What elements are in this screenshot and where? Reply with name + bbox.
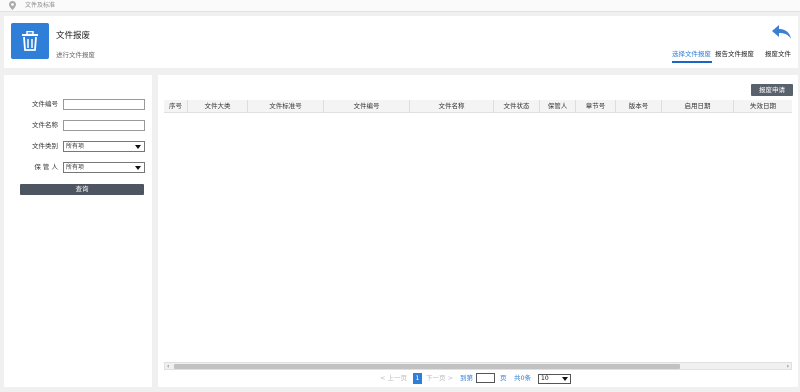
column-header[interactable]: 序号 <box>164 100 188 113</box>
column-header[interactable]: 启用日期 <box>662 100 734 113</box>
page-title: 文件报废 <box>56 31 91 41</box>
tab-report-scrap[interactable]: 报告文件报废 <box>715 49 754 59</box>
table-panel: 报废申请 序号 文件大类 文件标准号 文件编号 文件名称 文件状态 保管人 章节… <box>158 75 798 387</box>
total-count: 共0条 <box>514 374 532 382</box>
file-category-value: 所有项 <box>66 143 85 150</box>
page-size-value: 10 <box>541 375 549 382</box>
file-category-label: 文件类别 <box>32 142 58 150</box>
breadcrumb-bar: 文件及标准 <box>0 0 800 12</box>
column-header[interactable]: 文件大类 <box>188 100 248 113</box>
file-no-label: 文件编号 <box>32 100 58 108</box>
file-category-row: 文件类别 所有项 <box>4 140 152 153</box>
query-button[interactable]: 查询 <box>20 184 144 195</box>
tab-scrapped-files[interactable]: 报废文件 <box>765 49 791 59</box>
table-header: 序号 文件大类 文件标准号 文件编号 文件名称 文件状态 保管人 章节号 版本号… <box>164 100 792 113</box>
column-header[interactable]: 保管人 <box>540 100 576 113</box>
page-size-select[interactable]: 10 <box>538 374 571 384</box>
page-unit-label: 页 <box>500 374 507 382</box>
scrap-apply-button[interactable]: 报废申请 <box>751 84 793 96</box>
scroll-right-icon[interactable]: › <box>787 364 789 370</box>
custodian-select[interactable]: 所有项 <box>63 162 145 173</box>
prev-page-link[interactable]: < 上一页 <box>380 373 407 384</box>
column-header[interactable]: 文件状态 <box>494 100 540 113</box>
scrollbar-thumb[interactable] <box>174 364 680 369</box>
horizontal-scrollbar[interactable]: ‹ › <box>164 362 792 370</box>
file-name-label: 文件名称 <box>32 121 58 129</box>
pagination: < 上一页 1 下一页 > 到第 页 共0条 10 <box>158 372 798 386</box>
page-header: 文件报废 进行文件报废 选择文件报废 报告文件报废 报废文件 <box>4 16 798 68</box>
back-arrow-icon[interactable] <box>772 25 792 39</box>
file-name-input[interactable] <box>63 120 145 131</box>
file-no-row: 文件编号 <box>4 98 152 111</box>
custodian-label: 保 管 人 <box>34 163 58 171</box>
page-subtitle: 进行文件报废 <box>56 51 95 59</box>
dropdown-arrow-icon <box>562 377 568 381</box>
file-name-row: 文件名称 <box>4 119 152 132</box>
dropdown-arrow-icon <box>135 145 141 149</box>
current-page[interactable]: 1 <box>413 373 422 384</box>
column-header[interactable]: 版本号 <box>616 100 662 113</box>
location-pin-icon <box>9 1 16 10</box>
custodian-row: 保 管 人 所有项 <box>4 161 152 174</box>
tab-select-scrap[interactable]: 选择文件报废 <box>672 49 712 63</box>
filter-panel: 文件编号 文件名称 文件类别 所有项 保 管 人 所有项 查询 <box>4 75 152 387</box>
column-header[interactable]: 文件标准号 <box>248 100 324 113</box>
column-header[interactable]: 失效日期 <box>734 100 792 113</box>
column-header[interactable]: 文件名称 <box>410 100 494 113</box>
module-icon-box <box>11 23 49 59</box>
scroll-left-icon[interactable]: ‹ <box>167 364 169 370</box>
trash-icon <box>22 31 38 51</box>
file-no-input[interactable] <box>63 99 145 110</box>
custodian-value: 所有项 <box>66 164 85 171</box>
breadcrumb[interactable]: 文件及标准 <box>25 1 55 10</box>
column-header[interactable]: 文件编号 <box>324 100 410 113</box>
goto-label: 到第 <box>460 374 473 382</box>
dropdown-arrow-icon <box>135 166 141 170</box>
file-category-select[interactable]: 所有项 <box>63 141 145 152</box>
next-page-link[interactable]: 下一页 > <box>426 373 453 384</box>
column-header[interactable]: 章节号 <box>576 100 616 113</box>
page-number-input[interactable] <box>476 373 495 383</box>
